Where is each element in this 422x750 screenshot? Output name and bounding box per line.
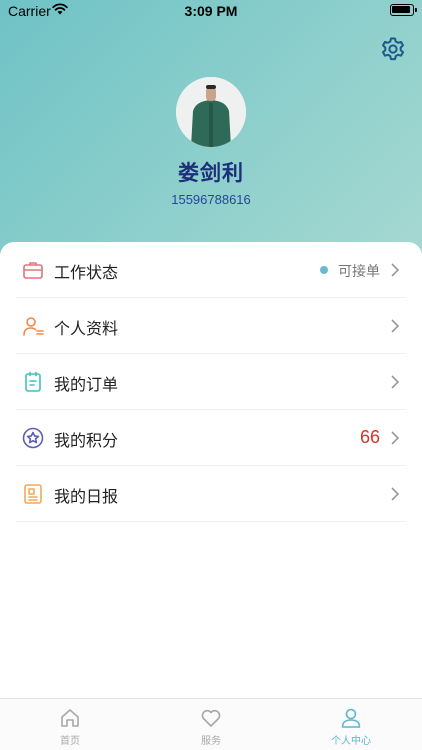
menu-item-daily-report[interactable]: 我的日报 bbox=[16, 466, 406, 522]
menu-item-orders[interactable]: 我的订单 bbox=[16, 354, 406, 410]
settings-gear-icon[interactable] bbox=[380, 36, 406, 62]
status-bar: Carrier 3:09 PM bbox=[0, 0, 422, 22]
menu-item-points[interactable]: 我的积分 66 bbox=[16, 410, 406, 466]
user-profile-icon bbox=[23, 317, 44, 336]
chevron-right-icon bbox=[391, 487, 400, 501]
briefcase-icon bbox=[23, 262, 43, 279]
home-icon bbox=[61, 709, 79, 727]
user-phone: 15596788616 bbox=[171, 192, 251, 207]
daily-report-icon bbox=[24, 484, 42, 504]
tab-bar: 首页 服务 个人中心 bbox=[0, 698, 422, 750]
work-status-value: 可接单 bbox=[338, 264, 380, 280]
battery-icon bbox=[390, 4, 417, 16]
order-clipboard-icon bbox=[25, 371, 41, 392]
clock: 3:09 PM bbox=[184, 3, 238, 19]
chevron-right-icon bbox=[391, 263, 400, 277]
tab-services[interactable]: 服务 bbox=[141, 699, 281, 750]
tab-label: 首页 bbox=[60, 736, 80, 747]
menu-item-label: 我的订单 bbox=[54, 375, 119, 394]
user-name: 娄剑利 bbox=[178, 161, 244, 185]
tab-label: 个人中心 bbox=[331, 736, 371, 747]
menu-item-label: 个人资料 bbox=[54, 319, 119, 338]
tab-home[interactable]: 首页 bbox=[0, 699, 140, 750]
chevron-right-icon bbox=[391, 431, 400, 445]
status-indicator-dot bbox=[320, 266, 328, 274]
menu-card: 工作状态 可接单 个人资料 我的订单 我的积分 66 我的日报 bbox=[0, 242, 422, 698]
avatar[interactable] bbox=[176, 77, 246, 147]
chevron-right-icon bbox=[391, 319, 400, 333]
points-value: 66 bbox=[359, 427, 380, 447]
menu-item-work-status[interactable]: 工作状态 可接单 bbox=[16, 242, 406, 298]
tab-personal-center[interactable]: 个人中心 bbox=[281, 699, 421, 750]
menu-item-label: 工作状态 bbox=[54, 263, 119, 282]
person-icon bbox=[341, 708, 361, 728]
menu-item-label: 我的日报 bbox=[54, 487, 119, 506]
heart-icon bbox=[201, 709, 221, 727]
menu-item-label: 我的积分 bbox=[54, 431, 119, 450]
tab-label: 服务 bbox=[201, 736, 221, 747]
menu-item-profile[interactable]: 个人资料 bbox=[16, 298, 406, 354]
chevron-right-icon bbox=[391, 375, 400, 389]
star-circle-icon bbox=[22, 427, 44, 449]
avatar-photo bbox=[176, 77, 246, 147]
